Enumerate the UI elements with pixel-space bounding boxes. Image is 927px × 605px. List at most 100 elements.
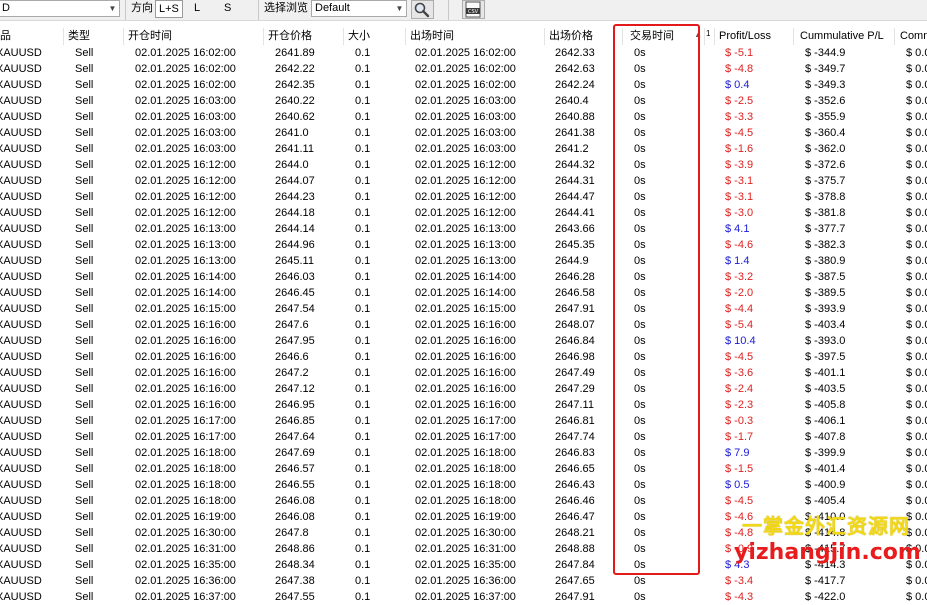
table-row[interactable]: XAUUSD Sell 02.01.2025 16:03:00 2641.11 0.1 0… [0, 141, 927, 157]
col-symbol[interactable]: 品 [0, 28, 64, 45]
chevron-down-icon[interactable]: ▼ [106, 1, 119, 16]
table-row[interactable]: XAUUSD Sell 02.01.2025 16:16:00 2647.12 0.1 0… [0, 381, 927, 397]
symbol-select[interactable]: D ▼ [0, 0, 120, 17]
view-select[interactable]: Default ▼ [311, 0, 407, 17]
table-row[interactable]: XAUUSD Sell 02.01.2025 16:13:00 2644.14 0.1 0… [0, 221, 927, 237]
table-row[interactable]: XAUUSD Sell 02.01.2025 16:12:00 2644.07 0.1 0… [0, 173, 927, 189]
col-exit-time[interactable]: 出场时间 [406, 28, 545, 45]
cell-open-price: 2647.69 [275, 447, 315, 459]
cell-exit-price: 2642.33 [555, 47, 595, 59]
table-row[interactable]: XAUUSD Sell 02.01.2025 16:02:00 2641.89 0.1 0… [0, 45, 927, 61]
cell-type: Sell [75, 431, 94, 443]
table-row[interactable]: XAUUSD Sell 02.01.2025 16:02:00 2642.35 0.1 0… [0, 77, 927, 93]
table-row[interactable]: XAUUSD Sell 02.01.2025 16:12:00 2644.23 0.1 0… [0, 189, 927, 205]
cell-cumulative-pl: $ -360.4 [805, 127, 846, 139]
cell-type: Sell [75, 479, 94, 491]
col-type[interactable]: 类型 [64, 28, 124, 45]
table-row[interactable]: XAUUSD Sell 02.01.2025 16:12:00 2644.18 0.1 0… [0, 205, 927, 221]
cell-trade-time: 0s [634, 159, 646, 171]
cell-profit-loss: $ -1.5 [725, 463, 754, 475]
cell-exit-price: 2642.63 [555, 63, 595, 75]
table-row[interactable]: XAUUSD Sell 02.01.2025 16:18:00 2647.69 0.1 0… [0, 445, 927, 461]
table-row[interactable]: XAUUSD Sell 02.01.2025 16:02:00 2642.22 0.1 0… [0, 61, 927, 77]
cell-open-price: 2644.96 [275, 239, 315, 251]
table-row[interactable]: XAUUSD Sell 02.01.2025 16:17:00 2647.64 0.1 0… [0, 429, 927, 445]
cell-open-price: 2647.95 [275, 335, 315, 347]
cell-profit-loss: $ -2.0 [725, 287, 754, 299]
cell-open-time: 02.01.2025 16:02:00 [135, 79, 236, 91]
table-row[interactable]: XAUUSD Sell 02.01.2025 16:16:00 2646.95 0.1 0… [0, 397, 927, 413]
col-open-price[interactable]: 开仓价格 [264, 28, 344, 45]
cell-symbol: XAUUSD [0, 287, 42, 299]
chevron-down-icon[interactable]: ▼ [393, 1, 406, 16]
cell-size: 0.1 [355, 287, 371, 299]
cell-exit-price: 2644.9 [555, 255, 589, 267]
cell-profit-loss: $ -4.8 [725, 63, 754, 75]
cell-open-time: 02.01.2025 16:18:00 [135, 447, 236, 459]
col-commission[interactable]: Comm [895, 28, 927, 45]
cell-trade-time: 0s [634, 191, 646, 203]
cell-open-time: 02.01.2025 16:13:00 [135, 223, 236, 235]
table-row[interactable]: XAUUSD Sell 02.01.2025 16:16:00 2647.2 0.1 02… [0, 365, 927, 381]
table-row[interactable]: XAUUSD Sell 02.01.2025 16:13:00 2644.96 0.1 0… [0, 237, 927, 253]
table-row[interactable]: XAUUSD Sell 02.01.2025 16:18:00 2646.57 0.1 0… [0, 461, 927, 477]
cell-open-price: 2648.34 [275, 559, 315, 571]
direction-option-long-short[interactable]: L+S [155, 0, 183, 18]
cell-open-time: 02.01.2025 16:13:00 [135, 239, 236, 251]
cell-exit-time: 02.01.2025 16:19:00 [415, 511, 516, 523]
col-cumulative-pl[interactable]: Cummulative P/L [794, 28, 895, 45]
table-row[interactable]: XAUUSD Sell 02.01.2025 16:15:00 2647.54 0.1 0… [0, 301, 927, 317]
cell-cumulative-pl: $ -377.7 [805, 223, 846, 235]
table-row[interactable]: XAUUSD Sell 02.01.2025 16:16:00 2646.6 0.1 02… [0, 349, 927, 365]
table-row[interactable]: XAUUSD Sell 02.01.2025 16:18:00 2646.08 0.1 0… [0, 493, 927, 509]
col-exit-price[interactable]: 出场价格 [545, 28, 623, 45]
cell-symbol: XAUUSD [0, 111, 42, 123]
sort-ascending-icon: ▲ [694, 30, 702, 39]
col-size[interactable]: 大小 [344, 28, 406, 45]
table-row[interactable]: XAUUSD Sell 02.01.2025 16:14:00 2646.45 0.1 0… [0, 285, 927, 301]
direction-option-long[interactable]: L [191, 0, 203, 18]
col-open-time[interactable]: 开仓时间 [124, 28, 264, 45]
cell-open-price: 2642.22 [275, 63, 315, 75]
cell-open-time: 02.01.2025 16:18:00 [135, 463, 236, 475]
cell-size: 0.1 [355, 239, 371, 251]
table-row[interactable]: XAUUSD Sell 02.01.2025 16:16:00 2647.6 0.1 02… [0, 317, 927, 333]
cell-type: Sell [75, 319, 94, 331]
cell-exit-time: 02.01.2025 16:18:00 [415, 495, 516, 507]
cell-cumulative-pl: $ -417.7 [805, 575, 846, 587]
cell-symbol: XAUUSD [0, 207, 42, 219]
table-row[interactable]: XAUUSD Sell 02.01.2025 16:12:00 2644.0 0.1 02… [0, 157, 927, 173]
cell-commission: $ 0.0 [906, 63, 927, 75]
cell-exit-time: 02.01.2025 16:12:00 [415, 207, 516, 219]
cell-type: Sell [75, 63, 94, 75]
cell-exit-time: 02.01.2025 16:35:00 [415, 559, 516, 571]
cell-exit-price: 2646.58 [555, 287, 595, 299]
cell-size: 0.1 [355, 399, 371, 411]
table-row[interactable]: XAUUSD Sell 02.01.2025 16:03:00 2641.0 0.1 02… [0, 125, 927, 141]
cell-exit-price: 2646.83 [555, 447, 595, 459]
table-row[interactable]: XAUUSD Sell 02.01.2025 16:03:00 2640.62 0.1 0… [0, 109, 927, 125]
table-row[interactable]: XAUUSD Sell 02.01.2025 16:03:00 2640.22 0.1 0… [0, 93, 927, 109]
cell-cumulative-pl: $ -397.5 [805, 351, 846, 363]
cell-exit-time: 02.01.2025 16:17:00 [415, 431, 516, 443]
cell-trade-time: 0s [634, 303, 646, 315]
table-row[interactable]: XAUUSD Sell 02.01.2025 16:13:00 2645.11 0.1 0… [0, 253, 927, 269]
cell-open-price: 2644.23 [275, 191, 315, 203]
cell-open-time: 02.01.2025 16:17:00 [135, 431, 236, 443]
table-row[interactable]: XAUUSD Sell 02.01.2025 16:18:00 2646.55 0.1 0… [0, 477, 927, 493]
table-row[interactable]: XAUUSD Sell 02.01.2025 16:14:00 2646.03 0.1 0… [0, 269, 927, 285]
table-row[interactable]: XAUUSD Sell 02.01.2025 16:16:00 2647.95 0.1 0… [0, 333, 927, 349]
table-row[interactable]: XAUUSD Sell 02.01.2025 16:36:00 2647.38 0.1 0… [0, 573, 927, 589]
export-csv-button[interactable]: CSV [462, 0, 485, 19]
direction-option-short[interactable]: S [221, 0, 234, 18]
col-profit-loss[interactable]: Profit/Loss [715, 28, 794, 45]
search-button[interactable] [411, 0, 434, 19]
cell-type: Sell [75, 367, 94, 379]
toolbar-divider [448, 0, 449, 20]
cell-open-time: 02.01.2025 16:03:00 [135, 111, 236, 123]
col-trade-time[interactable]: 交易时间 ▲ [623, 28, 705, 45]
cell-size: 0.1 [355, 303, 371, 315]
table-row[interactable]: XAUUSD Sell 02.01.2025 16:17:00 2646.85 0.1 0… [0, 413, 927, 429]
cell-commission: $ 0.0 [906, 479, 927, 491]
cell-trade-time: 0s [634, 463, 646, 475]
